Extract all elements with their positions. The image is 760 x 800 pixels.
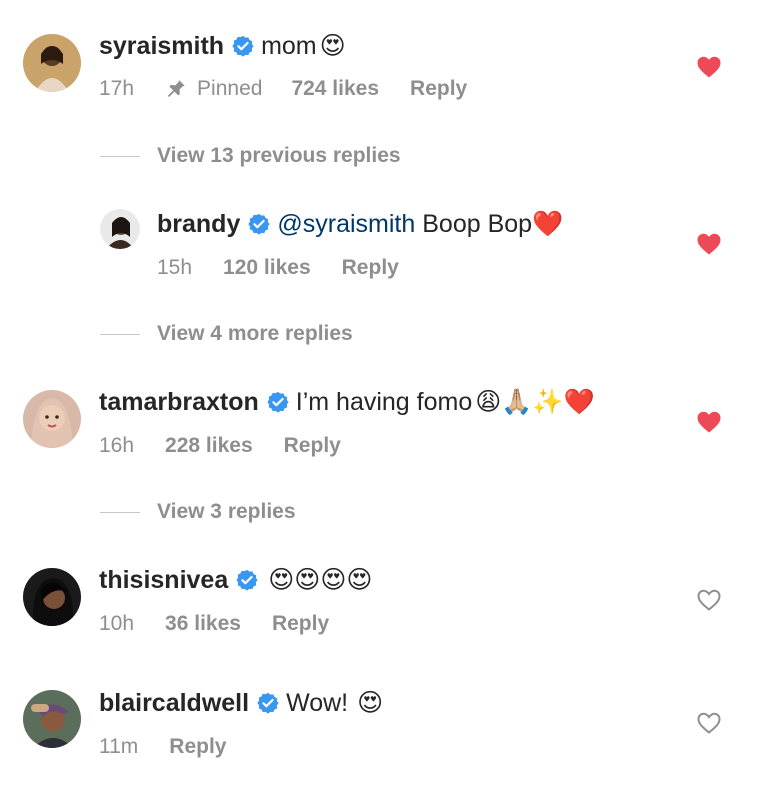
reply-button[interactable]: Reply: [272, 611, 329, 637]
likes-count[interactable]: 36 likes: [165, 611, 241, 637]
reply-button[interactable]: Reply: [284, 433, 341, 459]
reply-button[interactable]: Reply: [410, 76, 467, 102]
username[interactable]: tamarbraxton: [99, 387, 259, 417]
divider: [100, 511, 140, 513]
comment-text: Wow!: [286, 689, 349, 717]
comment-emoji: 😍😍😍😍: [268, 565, 373, 594]
view-replies-label: View 4 more replies: [157, 322, 353, 345]
heart-outline-icon[interactable]: [696, 711, 722, 735]
comment-text: I’m having fomo: [295, 388, 473, 416]
avatar[interactable]: [23, 568, 81, 626]
username[interactable]: brandy: [157, 209, 240, 239]
timestamp: 15h: [157, 256, 193, 279]
verified-badge-icon: [232, 35, 254, 57]
divider: [100, 155, 140, 157]
avatar[interactable]: [23, 690, 81, 748]
likes-count[interactable]: 120 likes: [223, 255, 311, 281]
reply-button[interactable]: Reply: [169, 734, 226, 760]
heart-filled-icon[interactable]: [696, 232, 722, 256]
view-more-replies-button[interactable]: View 4 more replies: [100, 322, 353, 346]
verified-badge-icon: [267, 391, 289, 413]
view-replies-label: View 3 replies: [157, 500, 296, 523]
comment-emoji: 😍: [319, 31, 346, 60]
heart-filled-icon[interactable]: [696, 410, 722, 434]
pinned-label: Pinned: [197, 77, 263, 100]
avatar[interactable]: [23, 34, 81, 92]
username[interactable]: thisisnivea: [99, 565, 228, 595]
comment-text: Boop Bop: [422, 210, 533, 238]
comment-text: mom: [261, 32, 317, 60]
pin-icon: [165, 78, 197, 100]
pinned-indicator: Pinned: [165, 76, 262, 102]
timestamp: 10h: [99, 612, 135, 635]
timestamp: 16h: [99, 434, 135, 457]
verified-badge-icon: [236, 569, 258, 591]
verified-badge-icon: [248, 213, 270, 235]
comment-emoji: ❤️: [532, 209, 564, 238]
view-previous-replies-button[interactable]: View 13 previous replies: [100, 144, 401, 168]
verified-badge-icon: [257, 692, 279, 714]
username[interactable]: blaircaldwell: [99, 688, 249, 718]
avatar[interactable]: [23, 390, 81, 448]
view-replies-label: View 13 previous replies: [157, 144, 401, 167]
timestamp: 17h: [99, 77, 135, 100]
likes-count[interactable]: 228 likes: [165, 433, 253, 459]
mention-link[interactable]: @syraismith: [277, 209, 415, 239]
username[interactable]: syraismith: [99, 31, 224, 61]
view-replies-button[interactable]: View 3 replies: [100, 500, 296, 524]
reply-button[interactable]: Reply: [342, 255, 399, 281]
likes-count[interactable]: 724 likes: [291, 76, 379, 102]
comment-emoji: 😍: [357, 688, 384, 717]
avatar[interactable]: [100, 209, 140, 249]
heart-outline-icon[interactable]: [696, 588, 722, 612]
timestamp: 11m: [99, 735, 139, 758]
comment-emoji: 😩🙏🏼✨❤️: [475, 387, 595, 416]
divider: [100, 333, 140, 335]
heart-filled-icon[interactable]: [696, 55, 722, 79]
